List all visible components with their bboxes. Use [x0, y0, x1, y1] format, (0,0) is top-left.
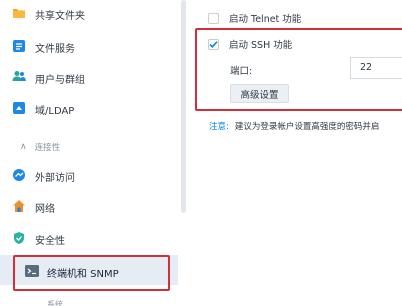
sidebar-item-label: 安全性 — [35, 236, 65, 247]
telnet-checkbox[interactable] — [208, 12, 219, 24]
sidebar: 共享文件夹 文件服务 用户与群组 域/LDAP ∧ 连接性 外部访问 网络 安全… — [0, 0, 180, 306]
port-label: 端口: — [230, 66, 253, 77]
sidebar-item-user-group[interactable]: 用户与群组 — [0, 62, 178, 92]
sidebar-item-label: 文件服务 — [35, 44, 75, 55]
shared-folder-icon — [12, 6, 26, 20]
sidebar-item-label: 共享文件夹 — [35, 11, 85, 22]
security-shield-icon — [12, 231, 26, 245]
sidebar-item-label: 外部访问 — [35, 173, 75, 184]
sidebar-item-shared-folder[interactable]: 共享文件夹 — [0, 0, 178, 30]
domain-ldap-icon — [12, 101, 26, 115]
network-house-icon — [12, 199, 26, 213]
external-access-icon — [12, 168, 26, 182]
sidebar-item-label: 网络 — [35, 204, 55, 215]
ssh-row: 启动 SSH 功能 — [208, 37, 292, 51]
sidebar-item-file-services[interactable]: 文件服务 — [0, 31, 178, 61]
note-key: 注意: — [209, 122, 229, 132]
ssh-checkbox[interactable] — [208, 38, 219, 50]
sidebar-item-domain-ldap[interactable]: 域/LDAP — [0, 93, 178, 123]
port-input[interactable]: 22 — [350, 57, 402, 79]
sidebar-item-label: 系统 — [47, 300, 63, 306]
sidebar-item-system[interactable]: 系统 — [0, 296, 178, 306]
sidebar-scrollbar[interactable] — [181, 0, 186, 213]
sidebar-item-label: 域/LDAP — [35, 106, 75, 117]
section-label: 连接性 — [34, 143, 61, 153]
advanced-settings-button[interactable]: 高级设置 — [230, 84, 289, 103]
sidebar-item-security[interactable]: 安全性 — [0, 223, 178, 253]
sidebar-item-label: 用户与群组 — [35, 75, 85, 86]
checkmark-icon — [209, 40, 218, 48]
chevron-up-icon: ∧ — [20, 142, 27, 152]
sidebar-item-network[interactable]: 网络 — [0, 191, 178, 221]
ssh-label: 启动 SSH 功能 — [229, 40, 293, 51]
telnet-row: 启动 Telnet 功能 — [208, 11, 301, 25]
section-header-connectivity[interactable]: ∧ 连接性 — [20, 141, 60, 153]
file-services-icon — [12, 39, 26, 53]
telnet-label: 启动 Telnet 功能 — [229, 14, 302, 25]
highlight-box-terminal — [13, 255, 170, 291]
note-text: 建议为登录帐户设置高强度的密码并启 — [234, 122, 380, 132]
user-group-icon — [12, 69, 26, 83]
sidebar-item-external-access[interactable]: 外部访问 — [0, 160, 178, 190]
note: 注意: 建议为登录帐户设置高强度的密码并启 — [209, 120, 379, 132]
